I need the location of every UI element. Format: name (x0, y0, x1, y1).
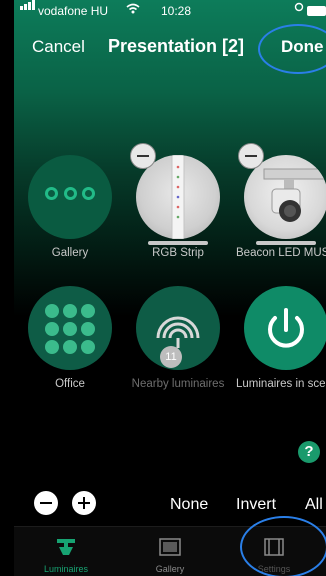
select-all-button[interactable]: All (305, 496, 323, 514)
brightness-bar (148, 241, 208, 245)
tab-label: Gallery (155, 564, 185, 574)
power-icon (268, 308, 304, 348)
tab-label: Settings (257, 564, 291, 574)
help-button[interactable]: ? (298, 441, 320, 463)
luminaires-in-scene-circle (244, 286, 326, 370)
tile-label: Beacon LED MUSE (236, 247, 326, 259)
phone-screen: vodafone HU 10:28 Cancel Presentation [2… (14, 0, 326, 576)
tab-gallery[interactable]: Gallery (118, 527, 222, 576)
office-grid-icon (43, 304, 97, 354)
done-button[interactable]: Done (281, 37, 324, 57)
nav-bar: Cancel Presentation [2] Done (14, 26, 326, 66)
cancel-button[interactable]: Cancel (32, 37, 85, 57)
carrier-name: vodafone HU (38, 4, 109, 18)
tile-label: Office (55, 378, 85, 390)
tile-label: Nearby luminaires (131, 378, 225, 390)
count-badge: 11 (160, 346, 182, 368)
tile-label: Luminaires in scene (236, 378, 326, 390)
location-icon (294, 2, 304, 17)
tab-settings[interactable]: Settings (222, 527, 326, 576)
page-title: Presentation [2] (108, 36, 245, 56)
tab-bar: Luminaires Gallery Settings (14, 526, 326, 576)
tile-label: RGB Strip (152, 247, 204, 259)
select-invert-button[interactable]: Invert (236, 496, 276, 514)
brightness-bar (256, 241, 316, 245)
tab-luminaires[interactable]: Luminaires (14, 527, 118, 576)
film-strip-icon (264, 538, 284, 556)
remove-button[interactable] (130, 143, 156, 169)
status-bar: vodafone HU 10:28 (14, 0, 326, 22)
tab-label: Luminaires (43, 564, 89, 574)
status-time: 10:28 (161, 4, 192, 18)
battery-icon (307, 6, 326, 16)
wifi-icon (126, 3, 140, 17)
zoom-in-button[interactable] (72, 491, 96, 515)
luminaire-icon (57, 539, 75, 555)
tile-label: Gallery (51, 247, 89, 259)
select-none-button[interactable]: None (170, 496, 208, 514)
gallery-icon (159, 538, 181, 556)
office-circle (28, 286, 112, 370)
gallery-circle (28, 155, 112, 239)
remove-button[interactable] (238, 143, 264, 169)
gallery-dots-icon (45, 187, 95, 200)
zoom-out-button[interactable] (34, 491, 58, 515)
